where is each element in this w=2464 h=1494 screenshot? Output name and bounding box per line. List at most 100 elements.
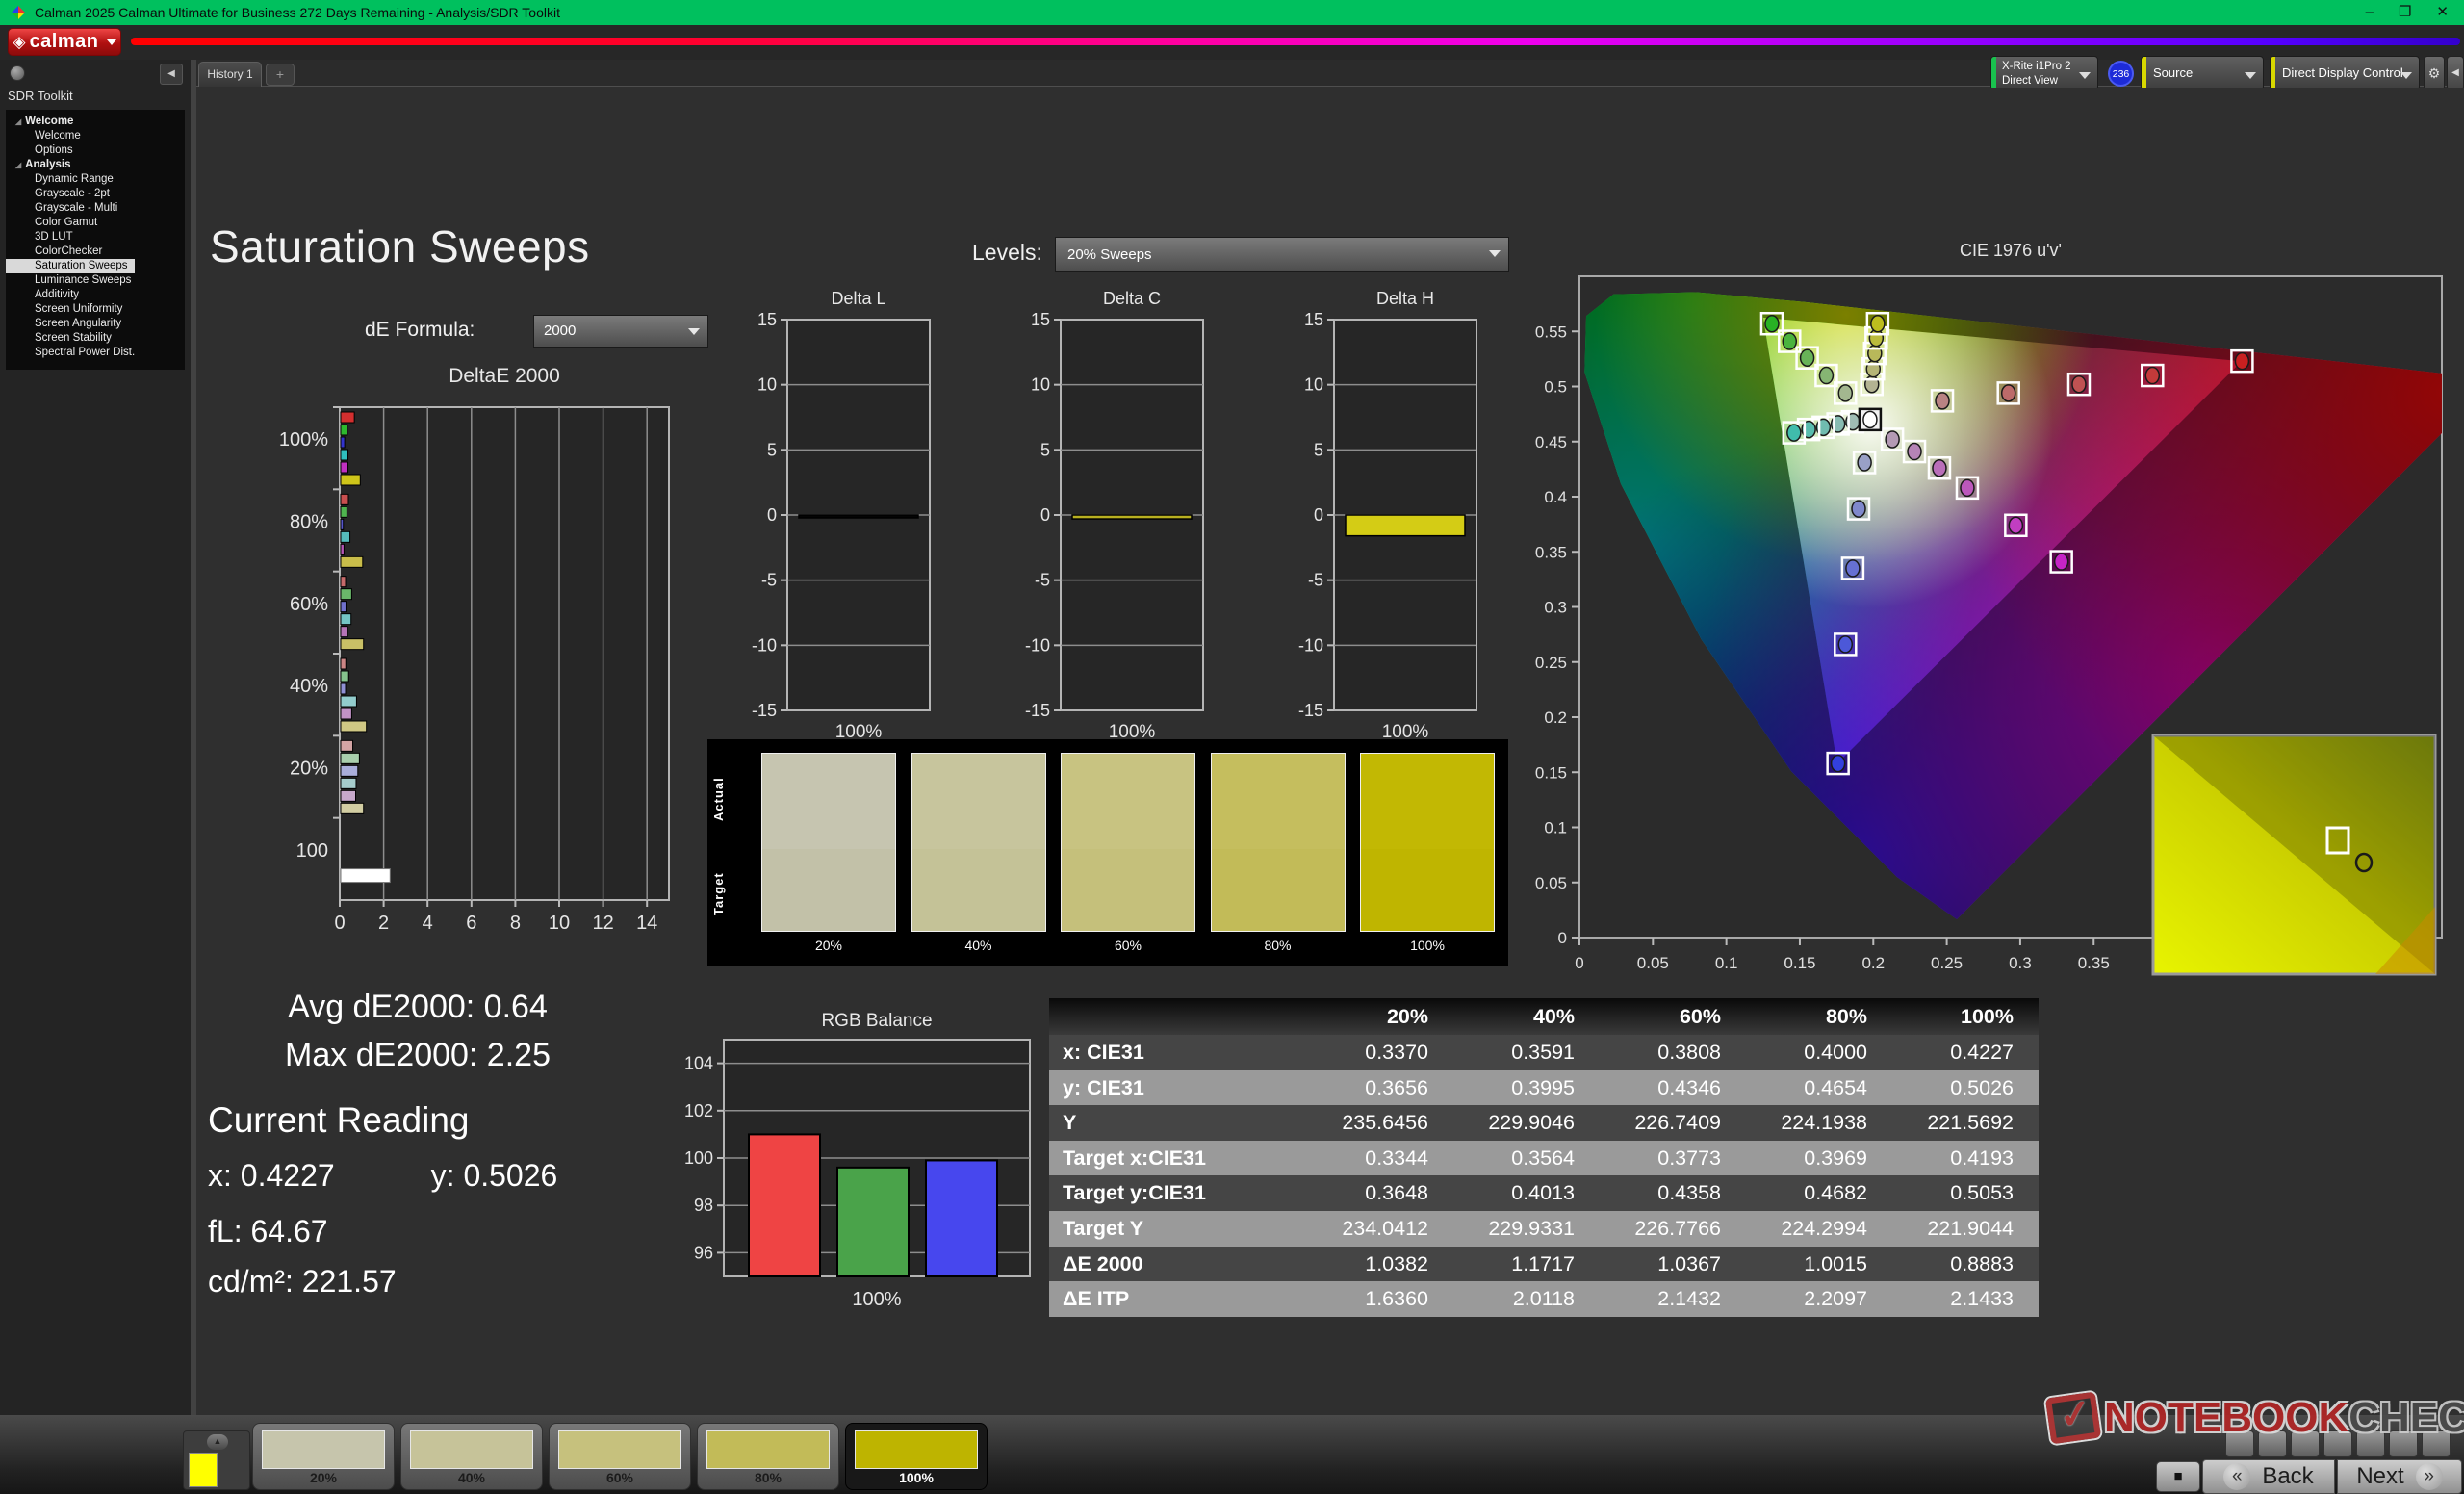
transport-button[interactable] [2356,1430,2385,1457]
display-control-label: Direct Display Control [2282,65,2403,80]
tab-history-1[interactable]: History 1 [198,62,262,87]
transport-button[interactable] [2389,1430,2418,1457]
levels-label: Levels: [972,240,1042,266]
swatch-column-60%: 60% [1061,753,1195,953]
panel-collapse-icon[interactable]: ◀ [2447,56,2464,90]
swatch-column-100%: 100% [1360,753,1495,953]
sidebar-item-screen-uniformity[interactable]: Screen Uniformity [6,302,185,317]
sidebar-item-additivity[interactable]: Additivity [6,288,185,302]
expander-icon[interactable]: ◢ [15,117,21,126]
de-formula-dropdown[interactable]: 2000 [533,315,708,348]
chevron-left-icon: « [2223,1463,2250,1490]
bar-yellow-60% [341,639,364,650]
sidebar-item-color-gamut[interactable]: Color Gamut [6,216,185,230]
sidebar-item-colorchecker[interactable]: ColorChecker [6,245,185,259]
svg-text:0: 0 [1314,505,1323,525]
svg-text:0: 0 [1575,954,1583,972]
sweep-tile-80%[interactable]: 80% [697,1423,839,1490]
transport-button[interactable] [2225,1430,2254,1457]
svg-text:Delta L: Delta L [831,289,886,308]
svg-text:80%: 80% [290,511,328,532]
svg-text:0.25: 0.25 [1535,654,1567,672]
current-reading-title: Current Reading [208,1100,469,1141]
sidebar-collapse-icon[interactable]: ◀ [160,64,183,85]
table-cell: 229.9331 [1453,1211,1600,1247]
sidebar-item-grayscale-2pt[interactable]: Grayscale - 2pt [6,187,185,201]
sidebar-item-luminance-sweeps[interactable]: Luminance Sweeps [6,273,185,288]
table-cell: 234.0412 [1307,1211,1453,1247]
svg-text:100%: 100% [852,1289,901,1310]
tile-label: 20% [253,1470,394,1485]
table-row: y: CIE310.36560.39950.43460.46540.5026 [1049,1070,2039,1106]
table-cell: 0.3370 [1307,1035,1453,1070]
meter-count-badge[interactable]: 236 [2108,61,2134,87]
sweep-tile-60%[interactable]: 60% [549,1423,691,1490]
svg-text:0.25: 0.25 [1931,954,1963,972]
tile-label: 60% [550,1470,690,1485]
sidebar-item-options[interactable]: Options [6,143,185,158]
actual-swatch [1061,753,1195,849]
sidebar-item-welcome[interactable]: Welcome [6,129,185,143]
display-control-dropdown[interactable]: Direct Display Control [2270,56,2420,90]
table-cell: 0.4346 [1600,1070,1746,1106]
delta-l-chart: Delta L151050-5-10-15100% [739,287,937,747]
pattern-preview-tile[interactable]: ▲ [183,1430,250,1490]
add-tab-button[interactable]: + [266,64,295,86]
sidebar-item-saturation-sweeps[interactable]: Saturation Sweeps [6,259,135,273]
table-header: 60% [1600,998,1746,1035]
meter-dropdown[interactable]: X-Rite i1Pro 2 Direct View [1990,56,2098,90]
bar-cyan-100% [341,450,348,460]
sidebar-item-welcome[interactable]: ◢Welcome [6,115,185,129]
bar-blue-80% [341,519,344,529]
close-icon[interactable]: ✕ [2436,0,2449,25]
bar-green-20% [341,753,359,763]
gear-icon[interactable]: ⚙ [2424,56,2445,90]
sweep-tile-100%[interactable]: 100% [845,1423,988,1490]
minimize-icon[interactable]: – [2366,0,2374,25]
workflow-options-button[interactable] [10,65,25,81]
swatch-label: 100% [1360,938,1495,953]
current-x: x: 0.4227 [208,1158,335,1194]
svg-text:10: 10 [757,375,777,395]
svg-text:0.1: 0.1 [1544,819,1567,837]
expander-icon[interactable]: ◢ [15,161,21,169]
tile-swatch [410,1430,533,1469]
sidebar-item-grayscale-multi[interactable]: Grayscale - Multi [6,201,185,216]
tile-label: 80% [698,1470,838,1485]
table-cell: 0.8883 [1892,1247,2039,1282]
sidebar-item-screen-stability[interactable]: Screen Stability [6,331,185,346]
pattern-color-swatch [189,1453,218,1487]
transport-button[interactable] [2258,1430,2287,1457]
calman-menu-button[interactable]: ◈ calman [8,28,121,56]
restore-icon[interactable]: ❐ [2399,0,2411,25]
sidebar-item-analysis[interactable]: ◢Analysis [6,158,185,172]
levels-dropdown[interactable]: 20% Sweeps [1055,237,1509,272]
sweep-tile-40%[interactable]: 40% [400,1423,543,1490]
sweep-tile-20%[interactable]: 20% [252,1423,395,1490]
svg-text:10: 10 [1031,375,1050,395]
svg-text:0: 0 [1558,929,1567,947]
sidebar-item-dynamic-range[interactable]: Dynamic Range [6,172,185,187]
table-cell: 221.9044 [1892,1211,2039,1247]
back-button[interactable]: « Back [2202,1459,2335,1494]
sidebar-item-spectral-power-dist-[interactable]: Spectral Power Dist. [6,346,185,360]
source-dropdown[interactable]: Source [2141,56,2264,90]
stop-button[interactable]: ■ [2156,1461,2200,1492]
sidebar-item-3d-lut[interactable]: 3D LUT [6,230,185,245]
svg-text:Delta C: Delta C [1103,289,1161,308]
arrow-up-icon[interactable]: ▲ [207,1434,228,1450]
transport-button[interactable] [2323,1430,2352,1457]
row-label: Target Y [1049,1211,1307,1247]
swatch-label: 40% [911,938,1046,953]
table-row: Y235.6456229.9046226.7409224.1938221.569… [1049,1105,2039,1141]
next-button[interactable]: Next » [2337,1459,2462,1494]
table-header [1049,998,1307,1035]
table-header: 40% [1453,998,1600,1035]
swatch-column-80%: 80% [1211,753,1346,953]
table-cell: 0.3969 [1746,1141,1892,1176]
sidebar-item-screen-angularity[interactable]: Screen Angularity [6,317,185,331]
transport-button[interactable] [2422,1430,2451,1457]
meter-mode: Direct View [2002,75,2058,87]
source-status-strip [2142,57,2146,90]
transport-button[interactable] [2291,1430,2320,1457]
